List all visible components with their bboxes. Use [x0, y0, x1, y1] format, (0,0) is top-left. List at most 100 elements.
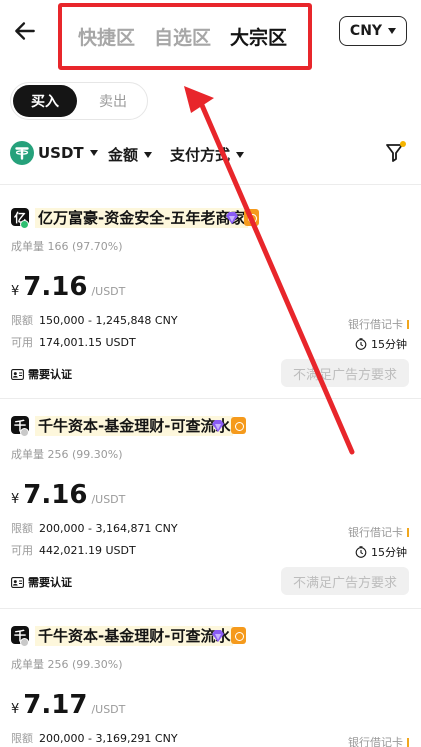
limit-label: 限额	[11, 522, 33, 535]
payment-color-bar	[407, 527, 409, 537]
merchant-badge-icon	[244, 209, 259, 226]
currency-symbol: ¥	[11, 702, 20, 717]
price-unit: /USDT	[91, 493, 126, 506]
currency-symbol: ¥	[11, 492, 20, 507]
order-stats-label: 成单量	[11, 448, 44, 461]
buy-tab[interactable]: 买入	[13, 85, 77, 117]
available-row: 可用 174,001.15 USDT	[11, 334, 136, 350]
divider	[0, 398, 421, 399]
price-unit: /USDT	[91, 703, 126, 716]
payment-method: 银行借记卡	[348, 734, 409, 747]
payment-color-bar	[407, 737, 409, 747]
payment-filter-label: 支付方式	[170, 146, 231, 164]
filter-bar: USDT 金额 支付方式	[0, 136, 421, 170]
payment-method-label: 银行借记卡	[348, 736, 403, 747]
available-label: 可用	[11, 544, 33, 557]
order-stats-value: 166 (97.70%)	[47, 240, 123, 253]
chevron-down-icon	[89, 150, 98, 156]
available-label: 可用	[11, 336, 33, 349]
offline-status-dot	[20, 638, 29, 647]
verification-label: 需要认证	[28, 576, 72, 589]
buy-sell-toggle: 买入 卖出	[10, 82, 148, 120]
limit-label: 限额	[11, 732, 33, 745]
payment-time: 15分钟	[355, 336, 407, 352]
merchant-name[interactable]: 千牛资本-基金理财-可查流水	[35, 416, 234, 436]
price-row: ¥ 7.16 /USDT	[11, 480, 125, 510]
order-stats-label: 成单量	[11, 240, 44, 253]
verification-required: 需要认证	[11, 574, 72, 590]
requirement-unmet-button[interactable]: 不满足广告方要求	[281, 359, 409, 387]
chevron-down-icon	[236, 151, 245, 158]
price-row: ¥ 7.17 /USDT	[11, 690, 125, 720]
limit-row: 限额 200,000 - 3,169,291 CNY	[11, 730, 178, 746]
filter-icon[interactable]	[385, 140, 407, 164]
available-value: 442,021.19 USDT	[39, 544, 136, 557]
available-row: 可用 442,021.19 USDT	[11, 542, 136, 558]
usdt-coin-icon	[10, 141, 34, 165]
unit-price: 7.16	[23, 272, 88, 302]
divider	[0, 184, 421, 185]
chevron-down-icon	[144, 151, 153, 158]
offline-status-dot	[20, 428, 29, 437]
unit-price: 7.16	[23, 480, 88, 510]
order-stats: 成单量 166 (97.70%)	[11, 238, 123, 254]
order-stats-label: 成单量	[11, 658, 44, 671]
listing-card: 千 千牛资本-基金理财-可查流水 成单量 256 (99.30%) ¥ 7.16…	[0, 416, 421, 622]
listing-card: 亿 亿万富豪-资金安全-五年老商家 成单量 166 (97.70%) ¥ 7.1…	[0, 208, 421, 414]
payment-method-label: 银行借记卡	[348, 318, 403, 331]
order-stats: 成单量 256 (99.30%)	[11, 446, 123, 462]
payment-filter[interactable]: 支付方式	[170, 144, 245, 165]
clock-icon	[355, 546, 367, 558]
payment-method: 银行借记卡	[348, 524, 409, 540]
tab-block[interactable]: 大宗区	[230, 23, 287, 50]
verification-required: 需要认证	[11, 366, 72, 382]
divider	[0, 608, 421, 609]
merchant-badge-icon	[231, 417, 246, 434]
order-stats-value: 256 (99.30%)	[47, 658, 123, 671]
currency-symbol: ¥	[11, 284, 20, 299]
tab-quick[interactable]: 快捷区	[78, 23, 135, 50]
chevron-down-icon	[388, 28, 397, 34]
payment-time-label: 15分钟	[371, 546, 407, 559]
listing-card: 千 千牛资本-基金理财-可查流水 成单量 256 (99.30%) ¥ 7.17…	[0, 626, 421, 747]
merchant-name[interactable]: 亿万富豪-资金安全-五年老商家	[35, 208, 249, 228]
order-stats-value: 256 (99.30%)	[47, 448, 123, 461]
tab-custom[interactable]: 自选区	[154, 23, 211, 50]
price-unit: /USDT	[91, 285, 126, 298]
payment-method: 银行借记卡	[348, 316, 409, 332]
limit-value: 200,000 - 3,169,291 CNY	[39, 732, 178, 745]
payment-color-bar	[407, 319, 409, 329]
online-status-dot	[20, 220, 29, 229]
amount-filter[interactable]: 金额	[108, 144, 153, 165]
payment-time-label: 15分钟	[371, 338, 407, 351]
limit-row: 限额 150,000 - 1,245,848 CNY	[11, 312, 178, 328]
currency-label: CNY	[349, 23, 383, 39]
payment-method-label: 银行借记卡	[348, 526, 403, 539]
sell-tab[interactable]: 卖出	[81, 85, 145, 117]
clock-icon	[355, 338, 367, 350]
price-row: ¥ 7.16 /USDT	[11, 272, 125, 302]
id-card-icon	[11, 368, 24, 380]
coin-filter[interactable]: USDT	[38, 144, 98, 162]
coin-filter-label: USDT	[38, 144, 84, 162]
unit-price: 7.17	[23, 690, 88, 720]
payment-time: 15分钟	[355, 544, 407, 560]
limit-value: 150,000 - 1,245,848 CNY	[39, 314, 178, 327]
available-value: 174,001.15 USDT	[39, 336, 136, 349]
amount-filter-label: 金额	[108, 146, 139, 164]
header: 快捷区 自选区 大宗区 CNY	[0, 0, 421, 70]
diamond-badge-icon	[212, 630, 224, 642]
id-card-icon	[11, 576, 24, 588]
limit-row: 限额 200,000 - 3,164,871 CNY	[11, 520, 178, 536]
limit-value: 200,000 - 3,164,871 CNY	[39, 522, 178, 535]
limit-label: 限额	[11, 314, 33, 327]
requirement-unmet-button[interactable]: 不满足广告方要求	[281, 567, 409, 595]
verification-label: 需要认证	[28, 368, 72, 381]
merchant-name[interactable]: 千牛资本-基金理财-可查流水	[35, 626, 234, 646]
diamond-badge-icon	[226, 212, 238, 224]
back-arrow-icon[interactable]	[12, 18, 38, 44]
order-stats: 成单量 256 (99.30%)	[11, 656, 123, 672]
market-tabs: 快捷区 自选区 大宗区	[58, 3, 312, 70]
merchant-badge-icon	[231, 627, 246, 644]
currency-select[interactable]: CNY	[339, 16, 407, 46]
